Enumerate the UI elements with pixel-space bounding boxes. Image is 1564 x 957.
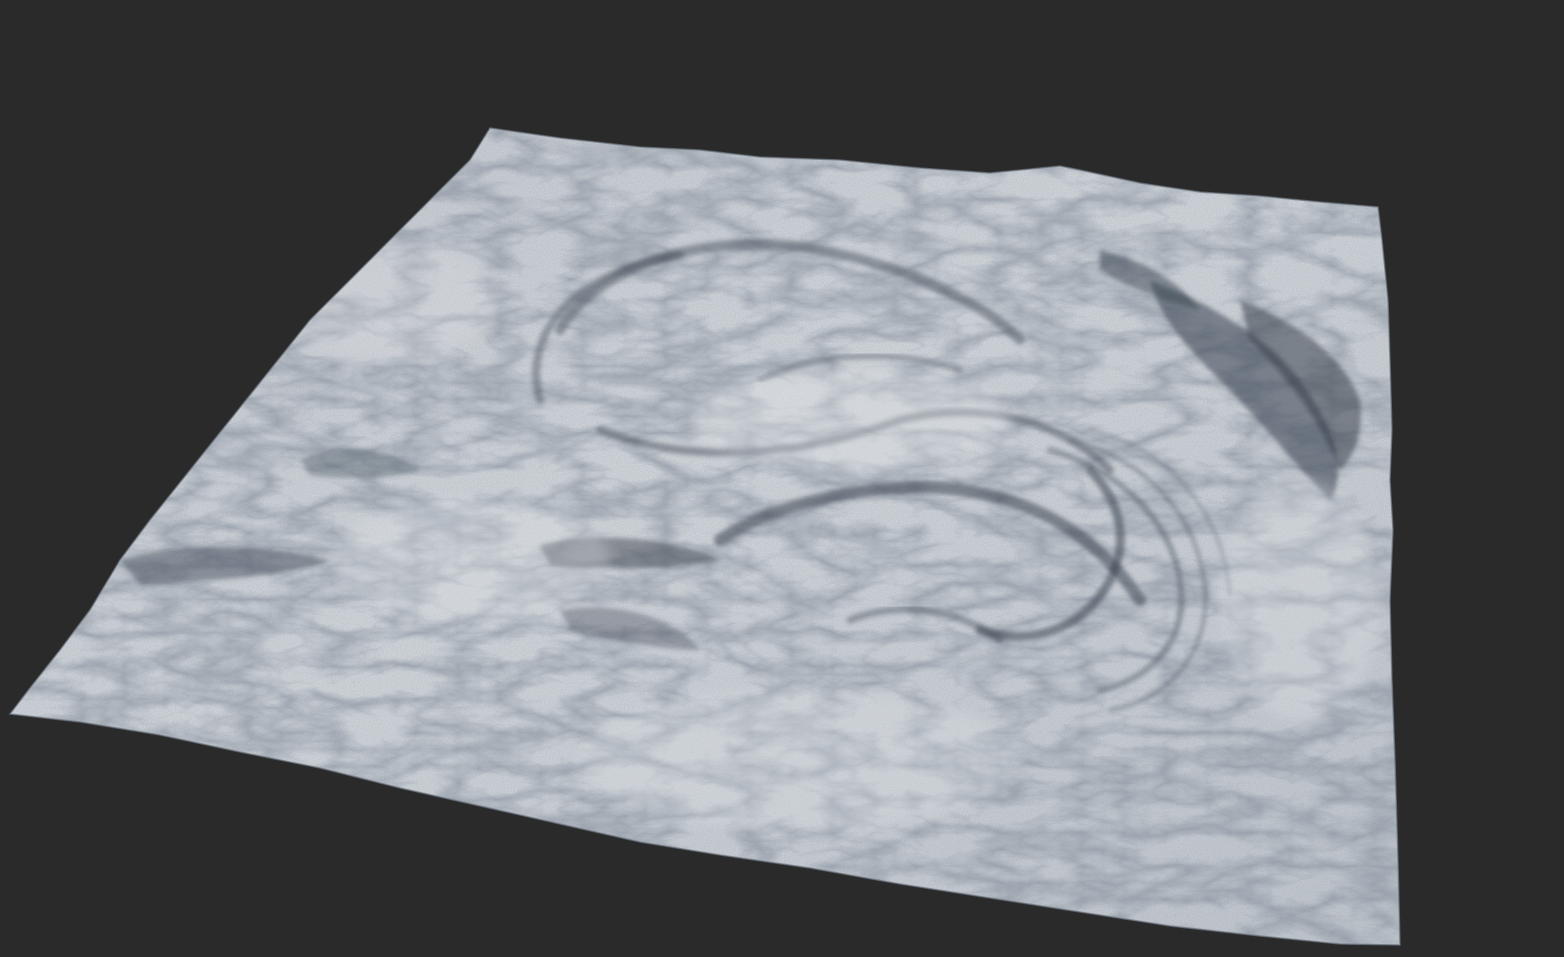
terrain-render bbox=[9, 127, 1401, 946]
terrain-grain-texture bbox=[10, 128, 1400, 945]
3d-viewport[interactable] bbox=[0, 0, 1564, 957]
